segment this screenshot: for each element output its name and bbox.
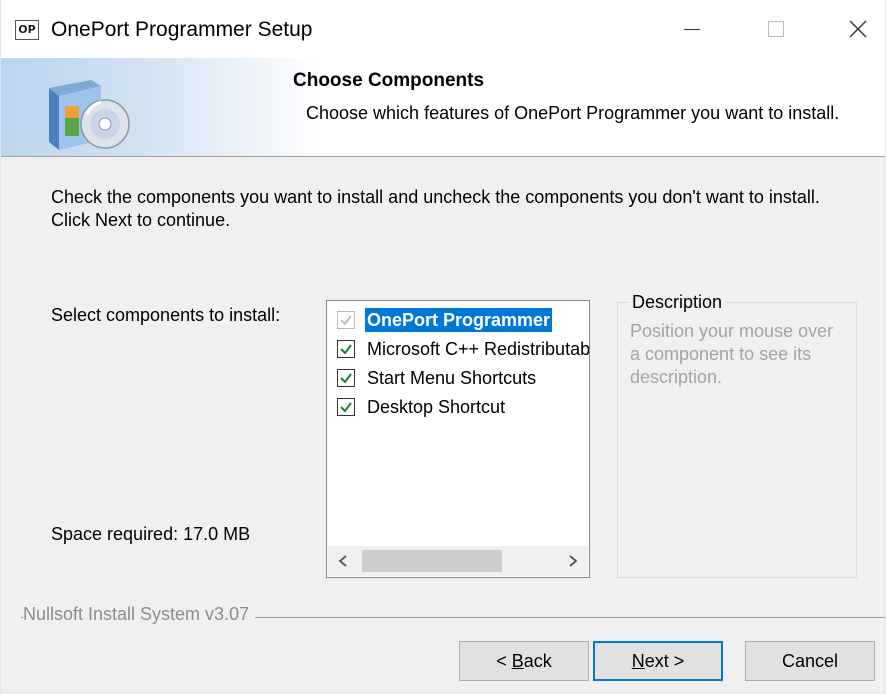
next-button-label: Next > <box>631 650 685 671</box>
page-subtitle: Choose which features of OnePort Program… <box>306 103 840 123</box>
scroll-right-button[interactable] <box>558 546 588 576</box>
maximize-icon <box>768 21 784 37</box>
component-item-oneport-programmer[interactable]: OnePort Programmer <box>337 307 553 333</box>
description-legend: Description <box>629 292 726 313</box>
next-button[interactable]: Next > <box>593 641 723 681</box>
component-label: Start Menu Shortcuts <box>367 368 537 388</box>
component-item-desktop-shortcut[interactable]: Desktop Shortcut <box>337 394 507 420</box>
scroll-thumb[interactable] <box>362 550 502 572</box>
window-title: OnePort Programmer Setup <box>51 18 313 41</box>
components-tree[interactable]: OnePort Programmer Microsoft C++ Redistr… <box>326 300 590 578</box>
component-checkbox[interactable] <box>337 369 355 387</box>
maximize-button[interactable] <box>751 8 801 50</box>
nsis-branding: Nullsoft Install System v3.07 <box>23 604 256 625</box>
back-button-label: < Back <box>496 650 552 671</box>
component-checkbox[interactable] <box>337 311 355 329</box>
component-checkbox[interactable] <box>337 340 355 358</box>
check-icon <box>340 315 352 326</box>
close-button[interactable] <box>833 8 883 50</box>
chevron-left-icon <box>338 555 347 567</box>
close-icon <box>849 20 867 38</box>
space-required-label: Space required: 17.0 MB <box>51 524 251 544</box>
header-banner: Choose Components Choose which features … <box>1 58 885 156</box>
select-components-label: Select components to install: <box>51 305 281 325</box>
check-icon <box>340 402 352 413</box>
software-box-cd-icon <box>49 80 130 150</box>
chevron-right-icon <box>569 555 578 567</box>
component-checkbox[interactable] <box>337 398 355 416</box>
description-text: Position your mouse over a component to … <box>630 321 834 387</box>
cancel-button[interactable]: Cancel <box>745 641 875 681</box>
minimize-icon <box>684 28 700 30</box>
scroll-left-button[interactable] <box>328 546 358 576</box>
check-icon <box>340 344 352 355</box>
check-icon <box>340 373 352 384</box>
component-item-ms-cpp-redist[interactable]: Microsoft C++ Redistributable <box>337 336 590 362</box>
component-label: OnePort Programmer <box>365 308 553 332</box>
horizontal-scrollbar[interactable] <box>328 546 588 576</box>
setup-window: OP OnePort Programmer Setup Choose Compo… <box>0 0 886 694</box>
component-item-start-menu-shortcuts[interactable]: Start Menu Shortcuts <box>337 365 538 391</box>
minimize-button[interactable] <box>667 8 717 50</box>
instructions-text: Check the components you want to install… <box>51 187 820 230</box>
back-button[interactable]: < Back <box>459 641 589 681</box>
page-title: Choose Components <box>293 70 485 91</box>
header-separator <box>1 156 885 157</box>
installer-op-icon: OP <box>15 20 39 40</box>
title-bar: OP OnePort Programmer Setup <box>1 0 885 58</box>
component-label: Microsoft C++ Redistributable <box>367 339 590 359</box>
component-label: Desktop Shortcut <box>367 397 506 417</box>
